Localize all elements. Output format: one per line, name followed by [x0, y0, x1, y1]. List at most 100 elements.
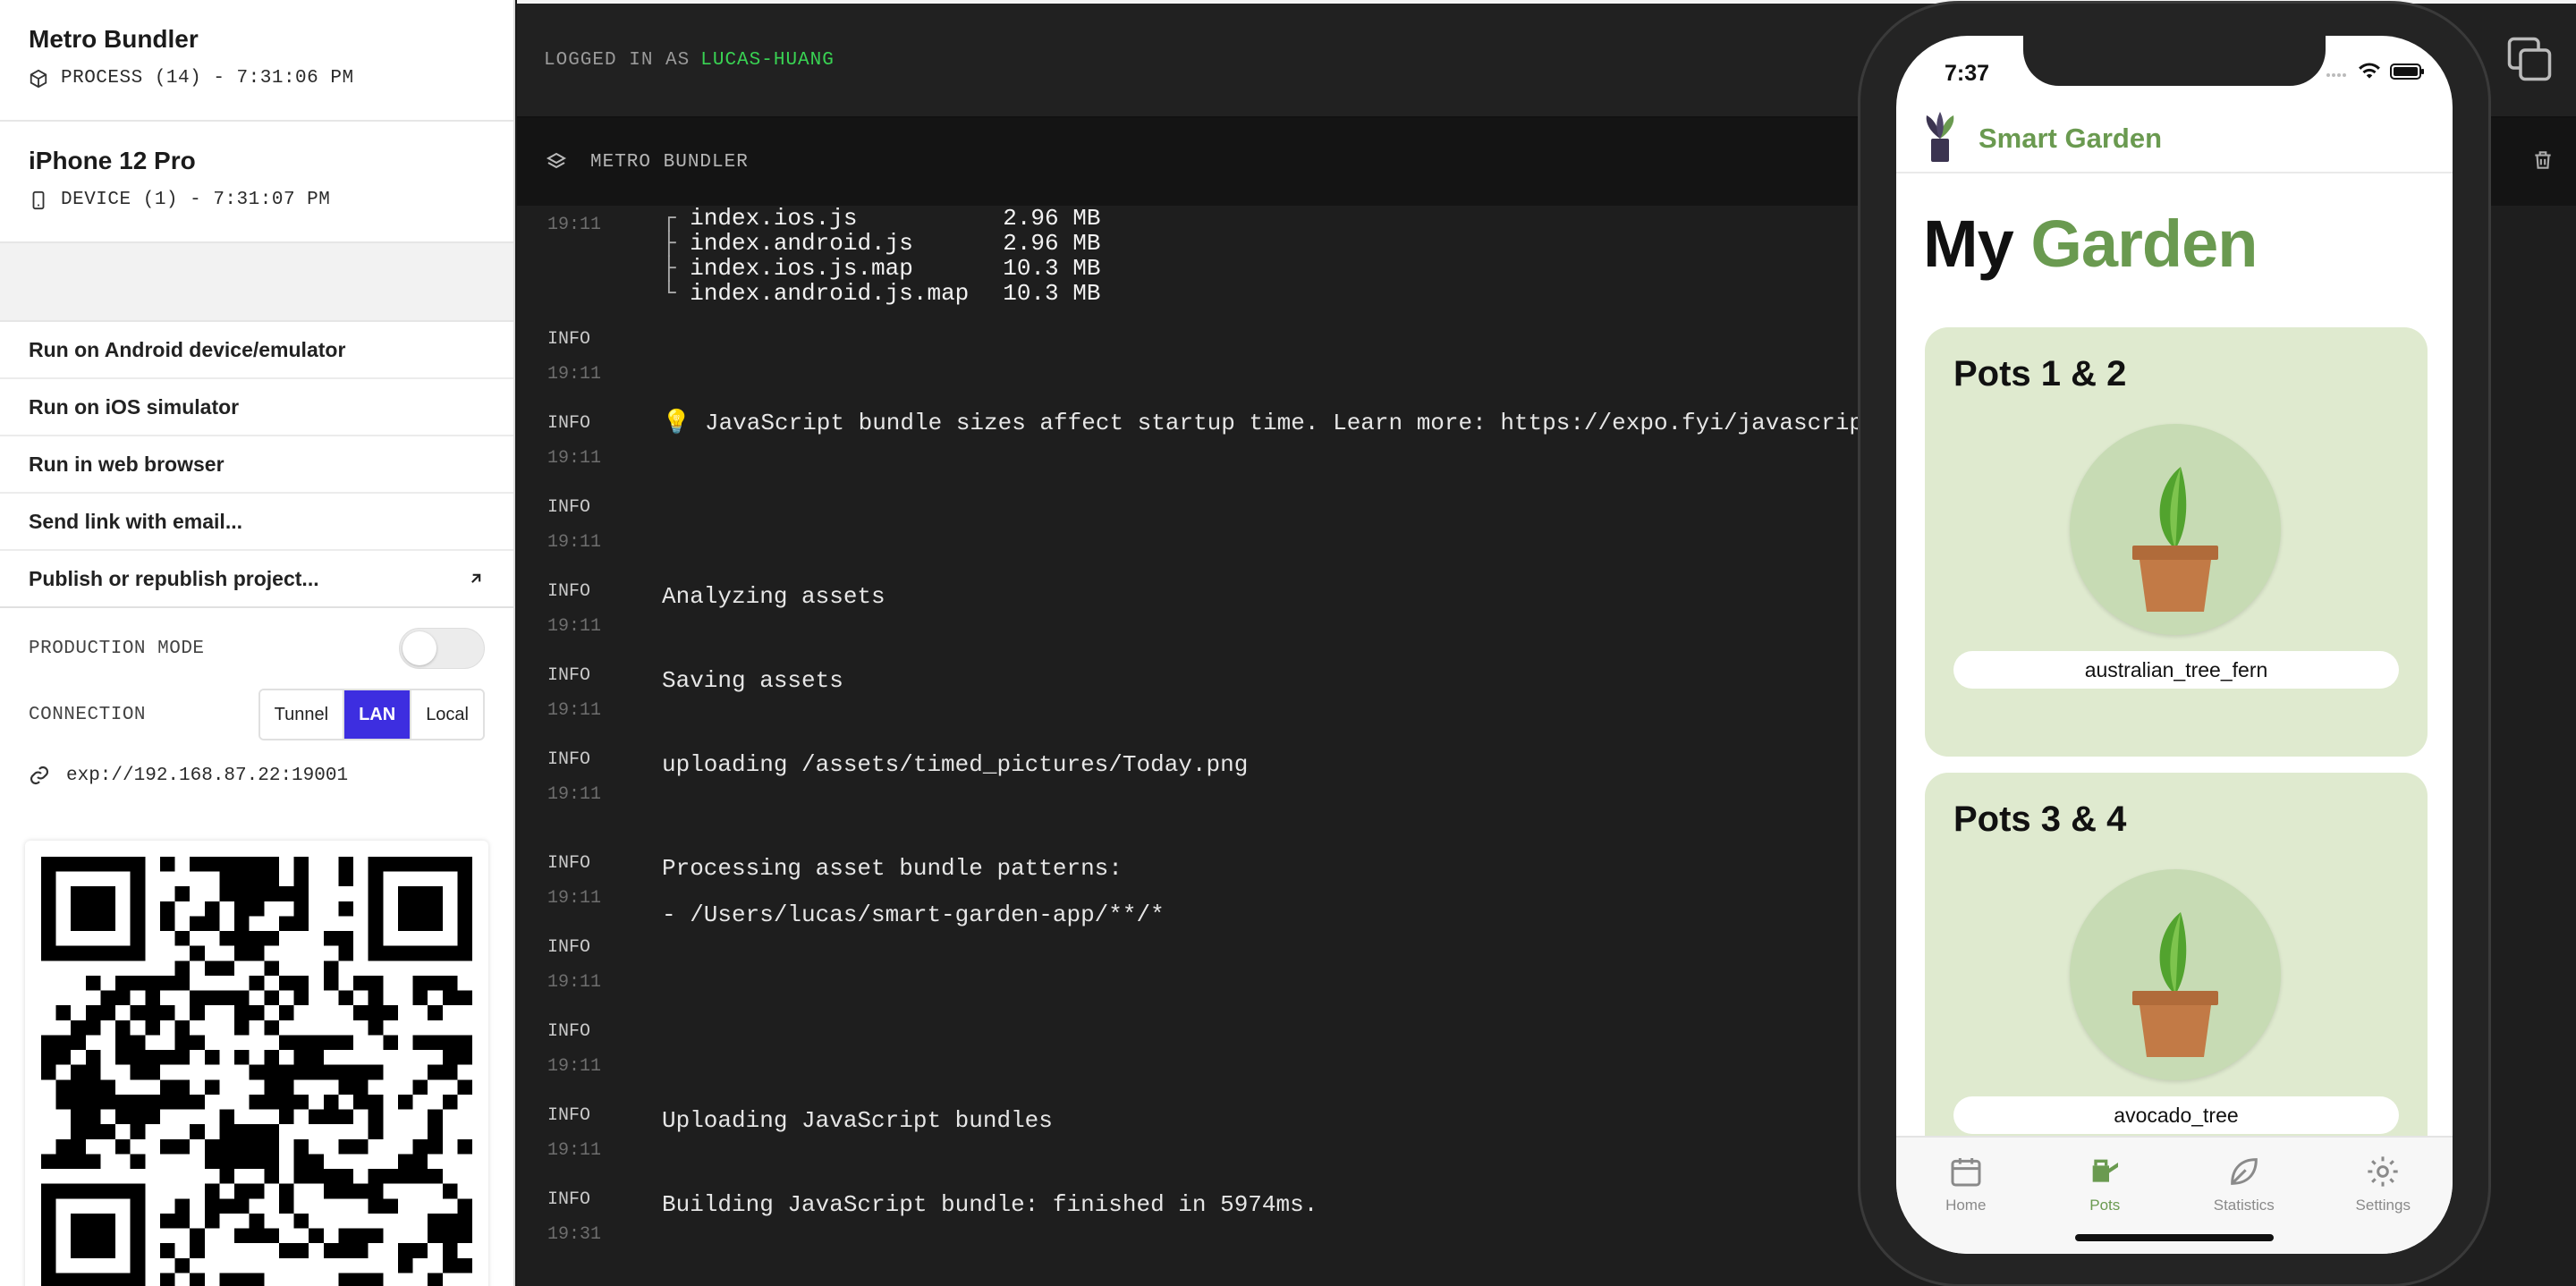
log-message: 💡 JavaScript bundle sizes affect startup… [662, 410, 1863, 436]
run-ios-button[interactable]: Run on iOS simulator [0, 379, 513, 436]
bundle-file: index.ios.js [690, 205, 858, 232]
log-time: 19:11 [547, 616, 602, 637]
log-entry: INFO 19:11 [547, 329, 601, 385]
home-indicator [2075, 1234, 2274, 1241]
send-email-button[interactable]: Send link with email... [0, 494, 513, 551]
phone-screen: 7:37 Smart Garden My Garden Pots 1 & 2 a… [1896, 36, 2453, 1254]
tab-settings[interactable]: Settings [2314, 1138, 2453, 1254]
run-android-button[interactable]: Run on Android device/emulator [0, 322, 513, 379]
log-message: Saving assets [662, 667, 843, 694]
page-title: My Garden [1923, 206, 2258, 282]
connection-label: CONNECTION [29, 704, 147, 725]
sidebar: Metro Bundler PROCESS (14) - 7:31:06 PM … [0, 0, 515, 1286]
bundle-size-list: ┌ index.ios.js 2.96 MB ├ index.android.js 2… [662, 206, 1100, 306]
connection-local[interactable]: Local [410, 690, 483, 739]
layers-icon [546, 152, 567, 169]
page-title-part1: My [1923, 207, 2014, 281]
tab-label: Home [1945, 1197, 1987, 1214]
production-mode-label: PRODUCTION MODE [29, 638, 205, 659]
calendar-icon [1951, 1158, 1981, 1187]
run-web-button[interactable]: Run in web browser [0, 436, 513, 494]
connection-lan[interactable]: LAN [343, 690, 411, 739]
page-title-part2: Garden [2030, 207, 2258, 281]
log-entry: INFO 19:11 [547, 665, 601, 721]
log-level: INFO [547, 937, 591, 958]
logged-in-label: LOGGED IN AS [544, 49, 691, 71]
log-level: INFO [547, 329, 591, 350]
log-entry: INFO 19:11 [547, 749, 601, 805]
log-time: 19:11 [547, 364, 602, 385]
leaf-icon [2230, 1158, 2258, 1185]
phone-icon [32, 190, 45, 209]
log-time: 19:11 [547, 1140, 602, 1161]
tab-home[interactable]: Home [1896, 1138, 2036, 1254]
process-title: iPhone 12 Pro [29, 147, 196, 174]
log-entry: 19:11 [547, 215, 601, 235]
pot-card[interactable]: Pots 1 & 2 australian_tree_fern [1925, 327, 2428, 757]
bundle-file: index.ios.js.map [690, 255, 913, 282]
status-time: 7:37 [1945, 61, 1990, 86]
log-entry: INFO 19:11 [547, 1021, 601, 1077]
bundle-size-row: ┌ index.ios.js 2.96 MB [662, 205, 1101, 232]
log-time: 19:11 [547, 784, 602, 805]
log-entry: INFO 19:11 [547, 413, 601, 469]
section-divider [0, 243, 513, 322]
log-entry: INFO 19:11 [547, 1105, 601, 1161]
process-subtitle: PROCESS (14) - 7:31:06 PM [61, 68, 354, 89]
app-name: Smart Garden [1979, 123, 2163, 154]
gear-icon [2368, 1156, 2398, 1187]
log-level: INFO [547, 581, 591, 602]
log-message: - /Users/lucas/smart-garden-app/**/* [662, 901, 1165, 928]
status-icons [2326, 63, 2426, 80]
pot-card-title: Pots 1 & 2 [1953, 354, 2127, 393]
tab-label: Pots [2089, 1197, 2121, 1214]
log-message: Building JavaScript bundle: finished in … [662, 1191, 1318, 1218]
signal-icon [2326, 73, 2346, 77]
log-message: Uploading JavaScript bundles [662, 1107, 1053, 1134]
battery-icon [2390, 63, 2424, 80]
app-header: Smart Garden [1896, 106, 2453, 173]
wifi-icon [2359, 63, 2380, 79]
production-mode-toggle[interactable] [399, 628, 485, 669]
log-entry: INFO 19:11 [547, 581, 601, 637]
potted-plant-icon [2070, 424, 2281, 635]
phone-notch [2023, 36, 2326, 86]
log-time: 19:11 [547, 532, 602, 553]
bundle-size: 2.96 MB [1003, 230, 1101, 257]
qr-code-graphic [41, 857, 472, 1286]
username: LUCAS-HUANG [700, 49, 835, 71]
cube-icon [30, 69, 47, 88]
log-level: INFO [547, 413, 591, 434]
project-url[interactable]: exp://192.168.87.22:19001 [66, 766, 348, 786]
log-level: INFO [547, 1189, 591, 1210]
watering-can-icon [2092, 1159, 2119, 1182]
log-time: 19:11 [547, 448, 602, 469]
connection-tunnel[interactable]: Tunnel [259, 690, 343, 739]
log-entry: INFO 19:31 [547, 1189, 601, 1245]
plant-name-pill: australian_tree_fern [1953, 651, 2399, 689]
connection-selector: Tunnel LAN Local [258, 689, 485, 740]
process-item-metro[interactable]: Metro Bundler PROCESS (14) - 7:31:06 PM [0, 0, 513, 122]
trash-icon[interactable] [2531, 148, 2555, 172]
copy-icon[interactable] [2503, 32, 2556, 86]
bundle-size-row: ├ index.android.js 2.96 MB [662, 230, 1101, 257]
log-time: 19:11 [547, 972, 602, 993]
log-entry: INFO 19:11 [547, 853, 601, 909]
process-item-device[interactable]: iPhone 12 Pro DEVICE (1) - 7:31:07 PM [0, 122, 513, 243]
log-time: 19:11 [547, 215, 602, 235]
plant-logo-icon [1926, 112, 1954, 162]
action-label: Send link with email... [29, 509, 242, 533]
log-level: INFO [547, 853, 591, 874]
bundle-size: 10.3 MB [1003, 280, 1101, 307]
action-label: Run on iOS simulator [29, 394, 240, 419]
log-level: INFO [547, 1021, 591, 1042]
log-level: INFO [547, 1105, 591, 1126]
toggle-knob [402, 631, 436, 665]
tab-label: Statistics [2213, 1197, 2275, 1214]
log-time: 19:11 [547, 700, 602, 721]
bundle-file: index.android.js.map [690, 280, 970, 307]
pot-card-title: Pots 3 & 4 [1953, 800, 2127, 839]
log-message: Analyzing assets [662, 583, 886, 610]
publish-button[interactable]: Publish or republish project... [0, 551, 513, 608]
iphone-simulator: 7:37 Smart Garden My Garden Pots 1 & 2 a… [1860, 4, 2488, 1284]
